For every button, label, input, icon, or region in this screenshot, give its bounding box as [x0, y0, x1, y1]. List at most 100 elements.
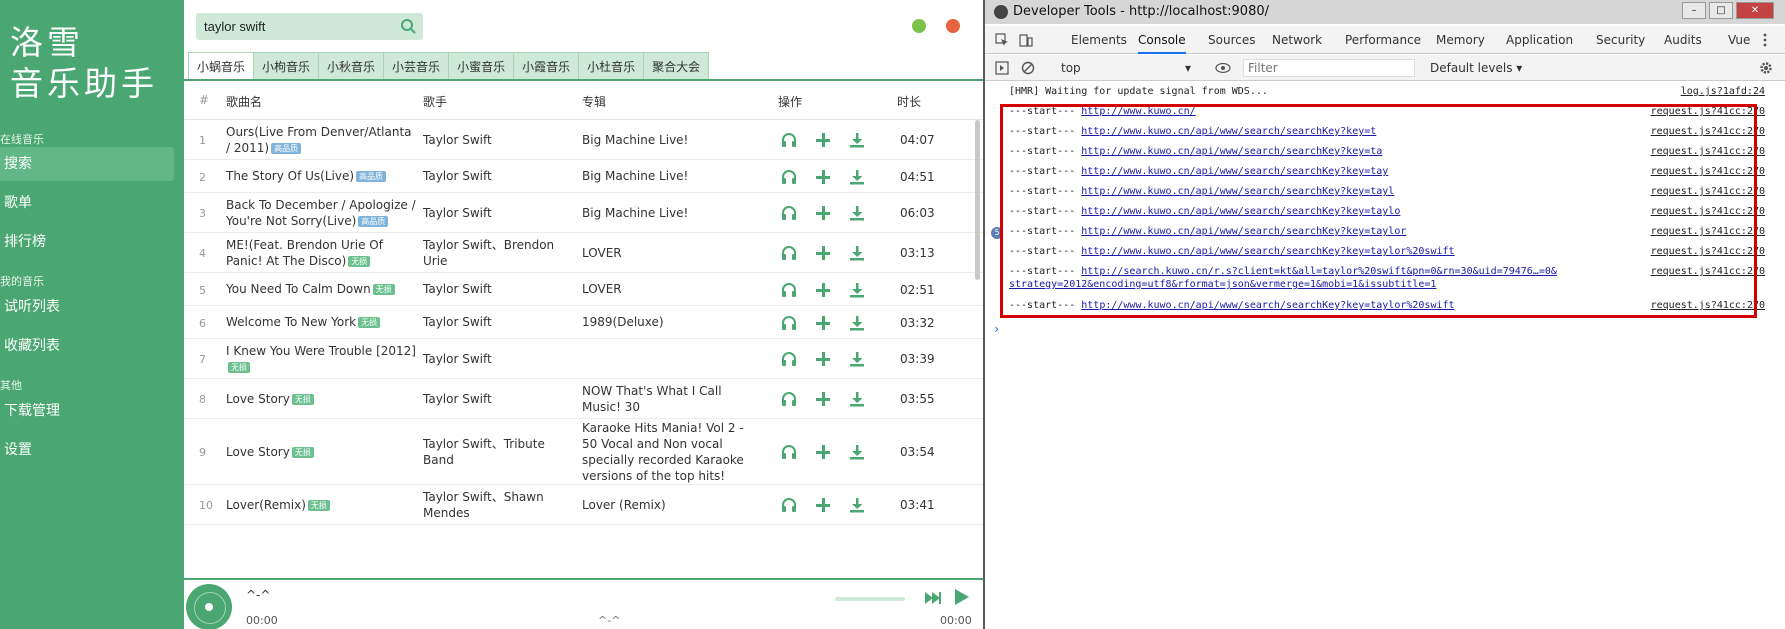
table-row[interactable]: 9 Love Story 无损 Taylor Swift、Tribute Band Ka… — [184, 419, 983, 485]
listen-headphone-icon[interactable] — [780, 244, 798, 262]
download-icon[interactable] — [848, 314, 866, 332]
download-icon[interactable] — [848, 244, 866, 262]
album-cell[interactable]: 1989(Deluxe) — [582, 314, 762, 330]
singer-cell[interactable]: Taylor Swift — [423, 314, 573, 330]
source-tab[interactable]: 小霞音乐 — [514, 52, 580, 80]
singer-cell[interactable]: Taylor Swift — [423, 281, 573, 297]
singer-cell[interactable]: Taylor Swift — [423, 168, 573, 184]
download-icon[interactable] — [848, 281, 866, 299]
download-icon[interactable] — [848, 350, 866, 368]
download-icon[interactable] — [848, 131, 866, 149]
album-cell[interactable]: Karaoke Hits Mania! Vol 2 - 50 Vocal and… — [582, 420, 762, 484]
inspect-element-icon[interactable] — [995, 33, 1009, 47]
singer-cell[interactable]: Taylor Swift — [423, 391, 573, 407]
add-plus-icon[interactable] — [814, 390, 832, 408]
source-tab[interactable]: 小枸音乐 — [254, 52, 320, 80]
devtools-tab[interactable]: Audits — [1664, 26, 1702, 54]
log-source-link[interactable]: request.js?41cc:270 — [1651, 146, 1765, 157]
log-source-link[interactable]: request.js?41cc:270 — [1651, 266, 1765, 277]
song-name-cell[interactable]: You Need To Calm Down 无损 — [226, 281, 416, 297]
search-icon[interactable] — [400, 18, 417, 35]
minimize-dot-button[interactable] — [912, 19, 926, 33]
sidebar-item-trial-list[interactable]: 试听列表 — [0, 290, 174, 324]
add-plus-icon[interactable] — [814, 168, 832, 186]
table-row[interactable]: 5 You Need To Calm Down 无损 Taylor Swift LOVE… — [184, 273, 983, 306]
devtools-tab[interactable]: Console — [1138, 26, 1186, 54]
add-plus-icon[interactable] — [814, 350, 832, 368]
minimize-button[interactable]: – — [1682, 2, 1706, 19]
close-button[interactable]: ✕ — [1736, 2, 1774, 19]
song-name-cell[interactable]: Love Story 无损 — [226, 444, 416, 460]
table-scrollbar[interactable] — [975, 120, 980, 280]
devtools-tab[interactable]: Application — [1506, 26, 1573, 54]
clear-console-icon[interactable] — [1021, 61, 1035, 75]
source-tab[interactable]: 小蜗音乐 — [188, 52, 255, 80]
album-cell[interactable]: Big Machine Live! — [582, 205, 762, 221]
listen-headphone-icon[interactable] — [780, 443, 798, 461]
singer-cell[interactable]: Taylor Swift — [423, 132, 573, 148]
listen-headphone-icon[interactable] — [780, 131, 798, 149]
song-name-cell[interactable]: Welcome To New York 无损 — [226, 314, 416, 330]
song-name-cell[interactable]: ME!(Feat. Brendon Urie Of Panic! At The … — [226, 237, 416, 269]
download-icon[interactable] — [848, 390, 866, 408]
song-name-cell[interactable]: Lover(Remix) 无损 — [226, 497, 416, 513]
listen-headphone-icon[interactable] — [780, 390, 798, 408]
source-tab[interactable]: 小秋音乐 — [319, 52, 385, 80]
table-row[interactable]: 4 ME!(Feat. Brendon Urie Of Panic! At The… — [184, 233, 983, 273]
log-url[interactable]: http://www.kuwo.cn/api/www/search/search… — [1081, 206, 1400, 217]
album-cell[interactable]: NOW That's What I Call Music! 30 — [582, 383, 762, 415]
listen-headphone-icon[interactable] — [780, 168, 798, 186]
log-url[interactable]: http://www.kuwo.cn/api/www/search/search… — [1081, 146, 1382, 157]
log-source-link[interactable]: request.js?41cc:270 — [1651, 206, 1765, 217]
console-filter-input[interactable] — [1243, 59, 1415, 77]
log-levels-dropdown[interactable]: Default levels ▾ — [1430, 59, 1522, 77]
download-icon[interactable] — [848, 496, 866, 514]
log-url[interactable]: http://www.kuwo.cn/api/www/search/search… — [1081, 126, 1376, 137]
search-input[interactable] — [196, 13, 391, 40]
device-toolbar-icon[interactable] — [1019, 33, 1033, 47]
next-track-icon[interactable] — [923, 588, 943, 608]
table-row[interactable]: 1 Ours(Live From Denver/Atlanta / 2011) 高品… — [184, 120, 983, 160]
devtools-tab[interactable]: Sources — [1208, 26, 1255, 54]
listen-headphone-icon[interactable] — [780, 496, 798, 514]
log-source-link[interactable]: request.js?41cc:270 — [1651, 166, 1765, 177]
log-url[interactable]: http://www.kuwo.cn/api/www/search/search… — [1081, 226, 1406, 237]
download-icon[interactable] — [848, 204, 866, 222]
volume-slider[interactable] — [835, 597, 905, 601]
song-name-cell[interactable]: I Knew You Were Trouble [2012] 无损 — [226, 343, 416, 375]
more-menu-icon[interactable] — [1758, 33, 1772, 47]
album-cell[interactable]: Lover (Remix) — [582, 497, 762, 513]
log-url[interactable]: http://www.kuwo.cn/api/www/search/search… — [1081, 186, 1394, 197]
log-source-link[interactable]: request.js?41cc:270 — [1651, 126, 1765, 137]
add-plus-icon[interactable] — [814, 496, 832, 514]
maximize-button[interactable]: □ — [1709, 2, 1733, 19]
listen-headphone-icon[interactable] — [780, 350, 798, 368]
song-name-cell[interactable]: Ours(Live From Denver/Atlanta / 2011) 高品质 — [226, 124, 416, 156]
album-cell[interactable]: LOVER — [582, 245, 762, 261]
context-select[interactable]: top ▾ — [1061, 59, 1191, 77]
log-url[interactable]: http://search.kuwo.cn/r.s?client=kt&all=… — [1081, 266, 1557, 277]
log-url[interactable]: http://www.kuwo.cn/api/www/search/search… — [1081, 300, 1454, 311]
listen-headphone-icon[interactable] — [780, 204, 798, 222]
table-row[interactable]: 2 The Story Of Us(Live) 高品质 Taylor Swift Big… — [184, 160, 983, 193]
singer-cell[interactable]: Taylor Swift、Tribute Band — [423, 436, 573, 468]
listen-headphone-icon[interactable] — [780, 281, 798, 299]
add-plus-icon[interactable] — [814, 443, 832, 461]
listen-headphone-icon[interactable] — [780, 314, 798, 332]
song-name-cell[interactable]: Back To December / Apologize / You're No… — [226, 197, 416, 229]
download-icon[interactable] — [848, 443, 866, 461]
singer-cell[interactable]: Taylor Swift、Shawn Mendes — [423, 489, 573, 521]
log-url[interactable]: http://www.kuwo.cn/ — [1081, 106, 1195, 117]
eye-icon[interactable] — [1215, 61, 1231, 75]
download-icon[interactable] — [848, 168, 866, 186]
table-row[interactable]: 8 Love Story 无损 Taylor Swift NOW That's What… — [184, 379, 983, 419]
sidebar-item-favorites[interactable]: 收藏列表 — [0, 329, 174, 363]
devtools-tab[interactable]: Network — [1272, 26, 1322, 54]
devtools-tab[interactable]: Security — [1596, 26, 1645, 54]
add-plus-icon[interactable] — [814, 244, 832, 262]
devtools-tab[interactable]: Performance — [1345, 26, 1421, 54]
add-plus-icon[interactable] — [814, 314, 832, 332]
source-tab[interactable]: 小杜音乐 — [579, 52, 645, 80]
log-source-link[interactable]: request.js?41cc:270 — [1651, 300, 1765, 311]
singer-cell[interactable]: Taylor Swift — [423, 351, 573, 367]
